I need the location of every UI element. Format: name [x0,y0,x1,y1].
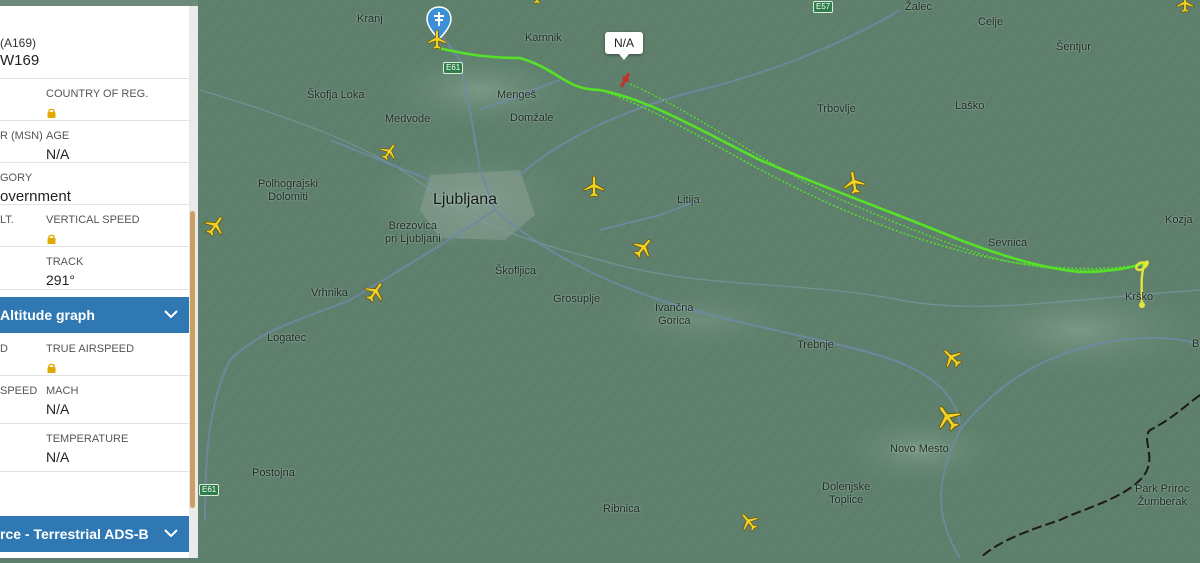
city-label-edge-b: B [1192,338,1200,350]
city-label-sevnica: Sevnica [988,237,1028,249]
detail-row: R (MSN) AGE N/A [0,120,189,163]
detail-left-label: D [0,343,8,355]
lock-icon [47,360,56,373]
aircraft-icon[interactable] [528,0,546,5]
city-label-trebnje: Trebnje [797,339,834,351]
detail-row: TRACK 291° [0,246,189,290]
city-label-medvode: Medvode [385,113,431,125]
detail-right-value: N/A [46,146,70,162]
city-label-brezovica: Brezovica pri Ljubljani [385,220,441,245]
aircraft-header-row: (A169) W169 [0,6,189,79]
city-label-krsko: Krško [1125,291,1154,303]
detail-row: GORY overnment [0,162,189,205]
altitude-graph-section[interactable]: Altitude graph [0,297,189,333]
detail-right-label: TRUE AIRSPEED [46,343,135,355]
altitude-graph-title: Altitude graph [0,307,95,323]
city-label-ribnica: Ribnica [603,503,640,515]
aircraft-callout[interactable]: N/A [605,32,643,60]
city-label-domzale: Domžale [510,112,554,124]
chevron-down-icon[interactable] [163,308,179,320]
lock-icon [47,231,56,244]
callsign-partial: W169 [0,52,40,69]
city-label-kozjansko: Kozja [1165,214,1193,226]
road-badge-e61: E61 [443,62,464,74]
city-label-kranj: Kranj [357,13,383,25]
detail-left-label: GORY [0,172,33,184]
city-label-novo-mesto: Novo Mesto [890,443,949,455]
lock-icon [47,105,56,118]
aircraft-icon[interactable] [582,175,606,199]
detail-row: D TRUE AIRSPEED [0,333,189,376]
aircraft-icon[interactable] [1175,0,1195,14]
city-label-celje: Celje [978,16,1004,28]
city-label-grosuplje: Grosuplje [553,293,601,305]
city-label-kamnik: Kamnik [525,32,562,44]
city-label-ivancna-gorica: Ivančna Gorica [655,302,694,327]
detail-left-label: SPEED [0,385,38,397]
city-label-lasko: Laško [955,100,985,112]
city-label-litija: Litija [677,194,700,206]
road-badge-e61b: E61 [199,484,220,496]
aircraft-icon[interactable] [426,29,448,51]
city-label-vrhnika: Vrhnika [311,287,348,299]
city-label-ljubljana: Ljubljana [433,191,498,208]
city-label-logatec: Logatec [267,332,307,344]
detail-left-value: overnment [0,188,71,205]
aircraft-icon[interactable] [839,168,869,198]
detail-row: TEMPERATURE N/A [0,423,189,472]
detail-right-value: N/A [46,449,70,465]
flight-details-panel: (A169) W169 COUNTRY OF REG. R (MSN) AGE N/A… [0,0,198,558]
city-label-sentjur: Šentjur [1056,41,1091,53]
city-label-menges: Mengeš [497,89,537,101]
panel-scrollbar[interactable] [190,211,195,508]
city-label-trbovlje: Trbovlje [817,103,856,115]
city-label-skofljica: Škofljica [495,265,536,277]
detail-right-value: N/A [46,401,70,417]
detail-row: SPEED MACH N/A [0,375,189,424]
city-label-zalec: Žalec [905,1,932,13]
detail-row: LT. VERTICAL SPEED [0,204,189,247]
city-label-postojna: Postojna [252,467,295,479]
detail-right-label: COUNTRY OF REG. [46,88,149,100]
city-label-dolenjske-toplice: Dolenjske Toplice [822,481,871,506]
detail-right-label: TRACK [46,256,84,268]
detail-right-label: MACH [46,385,79,397]
detail-right-value: 291° [46,272,75,288]
detail-right-label: AGE [46,130,70,142]
data-source-title: rce - Terrestrial ADS-B [0,526,149,542]
panel-content: (A169) W169 COUNTRY OF REG. R (MSN) AGE N/A… [0,6,189,558]
chevron-down-icon[interactable] [163,527,179,539]
detail-row: COUNTRY OF REG. [0,78,189,121]
city-label-park-zumberak: Park Priroc Žumberak [1135,483,1190,508]
data-source-section[interactable]: rce - Terrestrial ADS-B [0,516,189,552]
city-label-polhograjski: Polhograjski Dolomiti [258,178,318,203]
road-badge-e57: E57 [813,1,834,13]
city-label-skofja-loka: Škofja Loka [307,89,365,101]
registration-partial: (A169) [0,36,37,50]
detail-left-label: LT. [0,214,14,226]
detail-right-label: TEMPERATURE [46,433,129,445]
detail-left-label: R (MSN) [0,130,43,142]
detail-right-label: VERTICAL SPEED [46,214,140,226]
